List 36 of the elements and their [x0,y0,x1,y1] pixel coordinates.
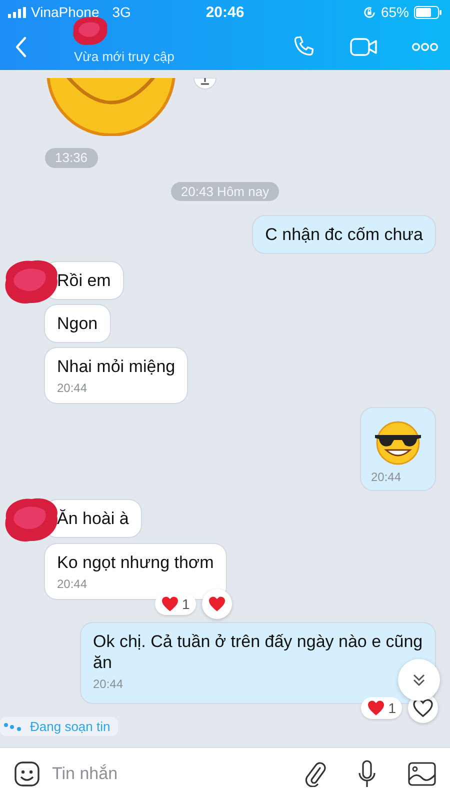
message-text: Ko ngọt nhưng thơm [57,553,214,572]
carrier-name: VinaPhone [31,4,100,20]
back-button[interactable] [14,36,28,58]
message-text: Ok chị. Cả tuần ở trên đấy ngày nào e cũng ăn [93,632,423,672]
network-type: 3G [112,4,131,20]
battery-percent: 65% [380,4,409,20]
contact-status: Vừa mới truy cập [74,49,174,64]
chevron-down-icon [411,672,427,688]
message-time: 20:44 [57,381,88,395]
clock-time: 20:46 [206,4,244,20]
message-text: Ngon [57,314,98,333]
typing-dots-icon [4,722,22,730]
message-text: C nhận đc cốm chưa [265,225,423,244]
reaction-count[interactable]: 1 [361,697,402,719]
image-icon[interactable] [408,762,436,786]
battery-icon [414,6,442,18]
signal-icon [8,6,26,18]
paperclip-icon[interactable] [304,761,326,787]
rotation-lock-icon [362,6,376,18]
heart-icon [413,699,433,717]
sticker-icon[interactable] [14,761,40,787]
message-text: Nhai mỏi miệng [57,357,176,376]
heart-icon [161,596,179,612]
message-time: 20:44 [371,470,402,484]
message-text: Ăn hoài à [57,509,129,528]
message-time: 20:44 [93,677,124,691]
heart-icon [367,700,386,716]
message-text: Rồi em [57,271,111,290]
message-time: 20:44 [57,577,88,591]
date-divider: 20:43 Hôm nay [170,182,280,201]
microphone-icon[interactable] [358,760,376,788]
message-time: 13:36 [45,148,98,168]
heart-icon [208,596,226,612]
download-icon[interactable] [193,78,217,90]
typing-indicator: Đang soạn tin [30,719,110,734]
reaction-count[interactable]: 1 [155,593,196,615]
